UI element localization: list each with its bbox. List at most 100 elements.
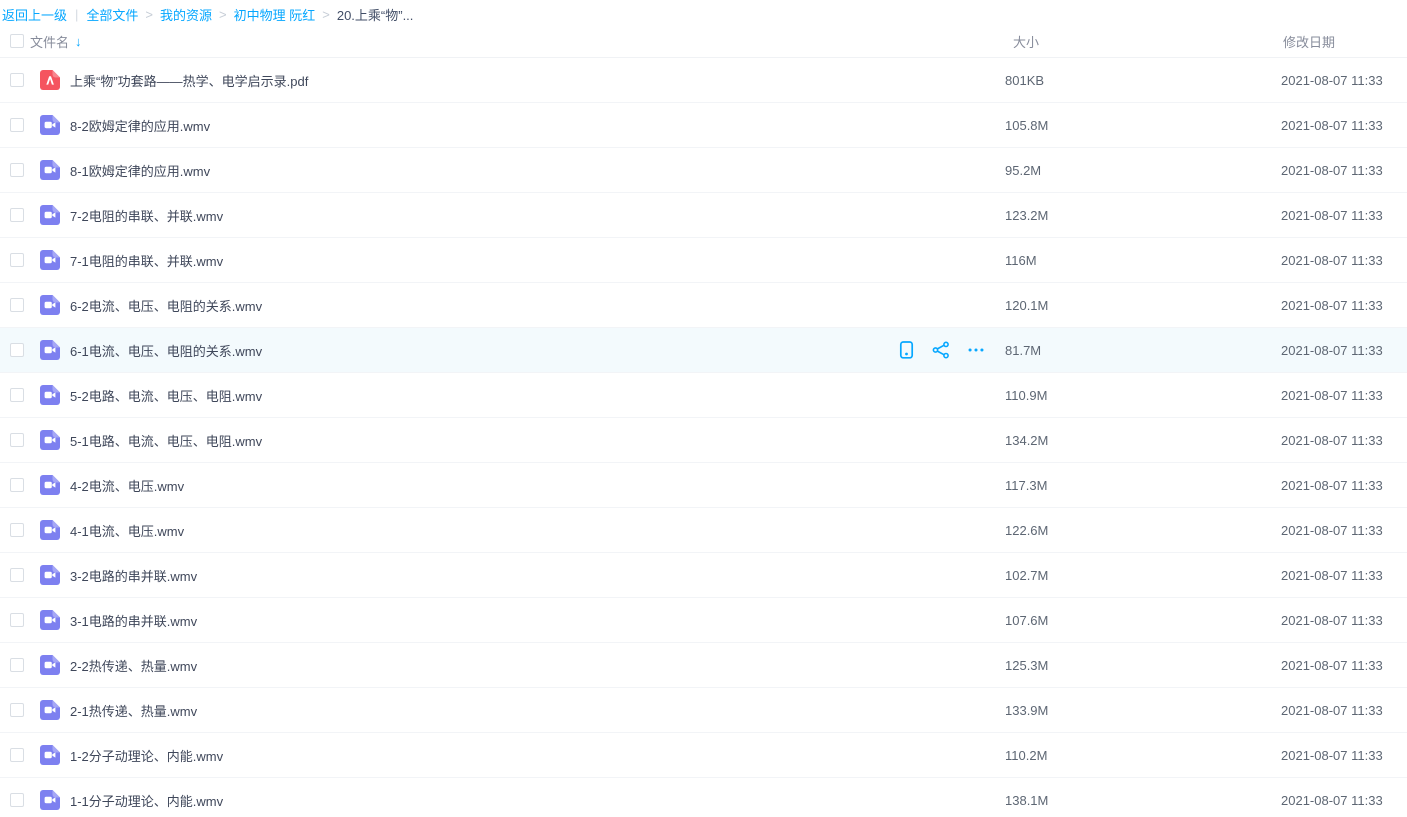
row-checkbox[interactable]	[10, 748, 24, 762]
row-checkbox[interactable]	[10, 433, 24, 447]
file-row[interactable]: 上乘“物”功套路——热学、电学启示录.pdf801KB2021-08-07 11…	[0, 58, 1407, 103]
file-modified-date: 2021-08-07 11:33	[1270, 613, 1407, 628]
file-name[interactable]: 5-1电路、电流、电压、电阻.wmv	[70, 431, 885, 450]
video-file-icon	[40, 205, 60, 225]
file-modified-date: 2021-08-07 11:33	[1270, 748, 1407, 763]
column-header-filename[interactable]: 文件名 ↓	[30, 32, 885, 51]
video-file-icon	[40, 115, 60, 135]
file-name[interactable]: 3-1电路的串并联.wmv	[70, 611, 885, 630]
video-file-icon	[40, 655, 60, 675]
file-size: 95.2M	[995, 163, 1270, 178]
column-header-size[interactable]: 大小	[995, 32, 1270, 51]
breadcrumb-pipe: |	[75, 7, 78, 22]
file-name[interactable]: 2-1热传递、热量.wmv	[70, 701, 885, 720]
row-checkbox[interactable]	[10, 568, 24, 582]
file-size: 125.3M	[995, 658, 1270, 673]
file-row[interactable]: 7-1电阻的串联、并联.wmv116M2021-08-07 11:33	[0, 238, 1407, 283]
row-checkbox[interactable]	[10, 793, 24, 807]
file-size: 117.3M	[995, 478, 1270, 493]
file-row[interactable]: 6-1电流、电压、电阻的关系.wmv81.7M2021-08-07 11:33	[0, 328, 1407, 373]
file-size: 138.1M	[995, 793, 1270, 808]
file-name[interactable]: 8-1欧姆定律的应用.wmv	[70, 161, 885, 180]
file-name[interactable]: 7-2电阻的串联、并联.wmv	[70, 206, 885, 225]
row-checkbox[interactable]	[10, 613, 24, 627]
file-modified-date: 2021-08-07 11:33	[1270, 658, 1407, 673]
row-checkbox[interactable]	[10, 253, 24, 267]
file-size: 105.8M	[995, 118, 1270, 133]
file-modified-date: 2021-08-07 11:33	[1270, 703, 1407, 718]
row-checkbox[interactable]	[10, 73, 24, 87]
file-row[interactable]: 3-1电路的串并联.wmv 107.6M2021-08-07 11:33	[0, 598, 1407, 643]
file-name[interactable]: 7-1电阻的串联、并联.wmv	[70, 251, 885, 270]
file-row[interactable]: 7-2电阻的串联、并联.wmv123.2M2021-08-07 11:33	[0, 193, 1407, 238]
file-name[interactable]: 6-1电流、电压、电阻的关系.wmv	[70, 341, 885, 360]
file-row[interactable]: 6-2电流、电压、电阻的关系.wmv120.1M2021-08-07 11:33	[0, 283, 1407, 328]
file-size: 123.2M	[995, 208, 1270, 223]
row-checkbox[interactable]	[10, 208, 24, 222]
share-icon[interactable]	[932, 341, 950, 359]
row-checkbox[interactable]	[10, 388, 24, 402]
video-file-icon	[40, 700, 60, 720]
breadcrumb-separator: >	[219, 7, 227, 22]
save-to-device-icon[interactable]	[897, 341, 915, 359]
video-file-icon	[40, 745, 60, 765]
row-checkbox[interactable]	[10, 478, 24, 492]
breadcrumb-back-link[interactable]: 返回上一级	[2, 5, 67, 24]
row-checkbox[interactable]	[10, 163, 24, 177]
breadcrumb: 返回上一级 | 全部文件 > 我的资源 > 初中物理 阮红 > 20.上乘“物”…	[0, 0, 1407, 25]
row-checkbox[interactable]	[10, 343, 24, 357]
row-checkbox[interactable]	[10, 658, 24, 672]
file-row[interactable]: 1-1分子动理论、内能.wmv 138.1M2021-08-07 11:33	[0, 778, 1407, 817]
row-checkbox[interactable]	[10, 298, 24, 312]
file-row[interactable]: 4-2电流、电压.wmv 117.3M2021-08-07 11:33	[0, 463, 1407, 508]
breadcrumb-separator: >	[145, 7, 153, 22]
file-row[interactable]: 3-2电路的串并联.wmv 102.7M2021-08-07 11:33	[0, 553, 1407, 598]
file-modified-date: 2021-08-07 11:33	[1270, 793, 1407, 808]
file-modified-date: 2021-08-07 11:33	[1270, 433, 1407, 448]
file-name[interactable]: 8-2欧姆定律的应用.wmv	[70, 116, 885, 135]
file-row[interactable]: 1-2分子动理论、内能.wmv110.2M2021-08-07 11:33	[0, 733, 1407, 778]
breadcrumb-item-all-files[interactable]: 全部文件	[86, 5, 138, 24]
file-size: 133.9M	[995, 703, 1270, 718]
video-file-icon	[40, 790, 60, 810]
file-modified-date: 2021-08-07 11:33	[1270, 388, 1407, 403]
file-modified-date: 2021-08-07 11:33	[1270, 298, 1407, 313]
breadcrumb-item-physics[interactable]: 初中物理 阮红	[234, 5, 316, 24]
row-checkbox[interactable]	[10, 703, 24, 717]
select-all-checkbox[interactable]	[10, 34, 24, 48]
file-name[interactable]: 5-2电路、电流、电压、电阻.wmv	[70, 386, 885, 405]
file-row[interactable]: 8-1欧姆定律的应用.wmv95.2M2021-08-07 11:33	[0, 148, 1407, 193]
file-row[interactable]: 4-1电流、电压.wmv122.6M2021-08-07 11:33	[0, 508, 1407, 553]
file-size: 102.7M	[995, 568, 1270, 583]
filename-header-label: 文件名	[30, 32, 69, 51]
more-icon[interactable]	[967, 341, 985, 359]
video-file-icon	[40, 565, 60, 585]
file-name[interactable]: 4-2电流、电压.wmv	[70, 476, 885, 495]
file-modified-date: 2021-08-07 11:33	[1270, 478, 1407, 493]
file-row[interactable]: 2-2热传递、热量.wmv 125.3M2021-08-07 11:33	[0, 643, 1407, 688]
breadcrumb-item-my-resources[interactable]: 我的资源	[160, 5, 212, 24]
file-size: 134.2M	[995, 433, 1270, 448]
file-name[interactable]: 6-2电流、电压、电阻的关系.wmv	[70, 296, 885, 315]
file-size: 801KB	[995, 73, 1270, 88]
file-modified-date: 2021-08-07 11:33	[1270, 568, 1407, 583]
file-name[interactable]: 上乘“物”功套路——热学、电学启示录.pdf	[70, 71, 885, 90]
file-size: 110.9M	[995, 388, 1270, 403]
file-row[interactable]: 2-1热传递、热量.wmv 133.9M2021-08-07 11:33	[0, 688, 1407, 733]
file-name[interactable]: 4-1电流、电压.wmv	[70, 521, 885, 540]
row-checkbox[interactable]	[10, 523, 24, 537]
file-row[interactable]: 8-2欧姆定律的应用.wmv105.8M2021-08-07 11:33	[0, 103, 1407, 148]
breadcrumb-current-folder: 20.上乘“物”...	[337, 5, 414, 24]
file-name[interactable]: 1-1分子动理论、内能.wmv	[70, 791, 885, 810]
file-row[interactable]: 5-2电路、电流、电压、电阻.wmv 110.9M2021-08-07 11:33	[0, 373, 1407, 418]
sort-descending-icon[interactable]: ↓	[75, 34, 82, 49]
file-name[interactable]: 1-2分子动理论、内能.wmv	[70, 746, 885, 765]
file-name[interactable]: 3-2电路的串并联.wmv	[70, 566, 885, 585]
file-name[interactable]: 2-2热传递、热量.wmv	[70, 656, 885, 675]
column-header-modified[interactable]: 修改日期	[1270, 32, 1407, 51]
row-checkbox[interactable]	[10, 118, 24, 132]
file-size: 107.6M	[995, 613, 1270, 628]
video-file-icon	[40, 250, 60, 270]
pdf-file-icon	[40, 70, 60, 90]
file-row[interactable]: 5-1电路、电流、电压、电阻.wmv 134.2M2021-08-07 11:33	[0, 418, 1407, 463]
